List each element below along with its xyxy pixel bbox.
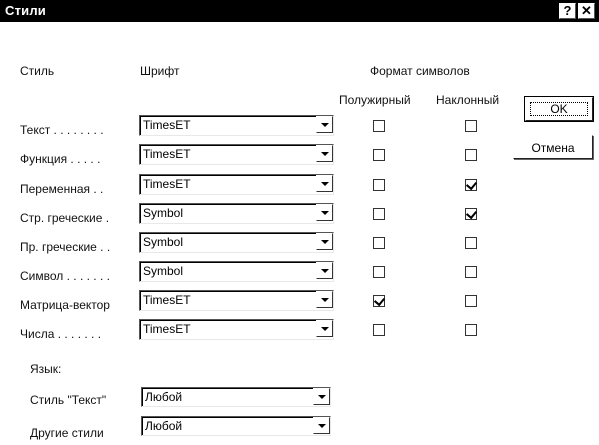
- chevron-down-icon[interactable]: [316, 262, 333, 279]
- chevron-down-icon[interactable]: [316, 116, 333, 133]
- italic-checkbox[interactable]: [465, 149, 477, 161]
- language-heading: Язык:: [30, 362, 62, 376]
- help-icon: ?: [563, 3, 572, 18]
- title-bar: Стили ? ✕: [0, 0, 599, 22]
- font-column-header: Шрифт: [140, 64, 180, 78]
- bold-checkbox[interactable]: [373, 324, 385, 336]
- font-select[interactable]: TimesET: [139, 144, 334, 165]
- chevron-down-icon[interactable]: [316, 175, 333, 192]
- font-select-value: Symbol: [143, 235, 184, 249]
- style-row-label: Текст . . . . . . . .: [20, 123, 104, 137]
- ok-button-label: OK: [550, 102, 568, 116]
- styles-dialog: Стили ? ✕ Стиль Шрифт Формат символов По…: [0, 0, 599, 445]
- font-select-value: Symbol: [143, 206, 184, 220]
- font-select-value: TimesET: [143, 118, 191, 132]
- close-button[interactable]: ✕: [578, 3, 595, 19]
- other-styles-language-label: Другие стили: [30, 426, 104, 440]
- bold-checkbox[interactable]: [373, 295, 385, 307]
- cancel-button-label: Отмена: [531, 141, 575, 155]
- bold-checkbox[interactable]: [373, 179, 385, 191]
- text-style-language-label: Стиль "Текст": [30, 393, 107, 407]
- style-row-label: Пр. греческие . .: [20, 240, 111, 254]
- bold-checkbox[interactable]: [373, 266, 385, 278]
- style-column-header: Стиль: [20, 64, 55, 78]
- style-row-label: Стр. греческие .: [20, 211, 110, 225]
- italic-checkbox[interactable]: [465, 266, 477, 278]
- chevron-down-icon[interactable]: [316, 320, 333, 337]
- chevron-down-icon[interactable]: [313, 388, 330, 405]
- font-select[interactable]: Symbol: [139, 232, 334, 253]
- italic-checkbox[interactable]: [465, 208, 477, 220]
- bold-checkbox[interactable]: [373, 208, 385, 220]
- style-row-label: Числа . . . . . . .: [20, 327, 102, 341]
- bold-column-header: Полужирный: [339, 93, 411, 107]
- ok-button[interactable]: OK: [524, 96, 594, 122]
- font-select[interactable]: Symbol: [139, 203, 334, 224]
- italic-checkbox[interactable]: [465, 120, 477, 132]
- dialog-title: Стили: [5, 3, 46, 18]
- italic-checkbox[interactable]: [465, 295, 477, 307]
- text-style-language-select[interactable]: Любой: [141, 387, 331, 407]
- other-styles-language-value: Любой: [145, 419, 183, 433]
- italic-checkbox[interactable]: [465, 324, 477, 336]
- font-select-value: TimesET: [143, 177, 191, 191]
- style-row-label: Переменная . .: [20, 182, 104, 196]
- other-styles-language-select[interactable]: Любой: [141, 416, 331, 436]
- style-row-label: Символ . . . . . . .: [20, 269, 110, 283]
- style-row-label: Матрица-вектор: [20, 298, 110, 312]
- font-select[interactable]: Symbol: [139, 261, 334, 282]
- chevron-down-icon[interactable]: [316, 291, 333, 308]
- italic-checkbox[interactable]: [465, 237, 477, 249]
- cancel-button[interactable]: Отмена: [513, 135, 593, 159]
- bold-checkbox[interactable]: [373, 120, 385, 132]
- help-button[interactable]: ?: [559, 3, 576, 19]
- font-select-value: TimesET: [143, 322, 191, 336]
- font-select-value: Symbol: [143, 264, 184, 278]
- font-select-value: TimesET: [143, 147, 191, 161]
- font-select-value: TimesET: [143, 293, 191, 307]
- chevron-down-icon[interactable]: [313, 417, 330, 434]
- font-select[interactable]: TimesET: [139, 115, 334, 136]
- text-style-language-value: Любой: [145, 390, 183, 404]
- bold-checkbox[interactable]: [373, 149, 385, 161]
- close-icon: ✕: [581, 3, 592, 18]
- bold-checkbox[interactable]: [373, 237, 385, 249]
- font-select[interactable]: TimesET: [139, 174, 334, 195]
- font-select[interactable]: TimesET: [139, 290, 334, 311]
- italic-checkbox[interactable]: [465, 179, 477, 191]
- chevron-down-icon[interactable]: [316, 204, 333, 221]
- style-row-label: Функция . . . . .: [20, 152, 101, 166]
- chevron-down-icon[interactable]: [316, 233, 333, 250]
- italic-column-header: Наклонный: [436, 93, 500, 107]
- chevron-down-icon[interactable]: [316, 145, 333, 162]
- font-select[interactable]: TimesET: [139, 319, 334, 340]
- char-format-header: Формат символов: [370, 64, 470, 78]
